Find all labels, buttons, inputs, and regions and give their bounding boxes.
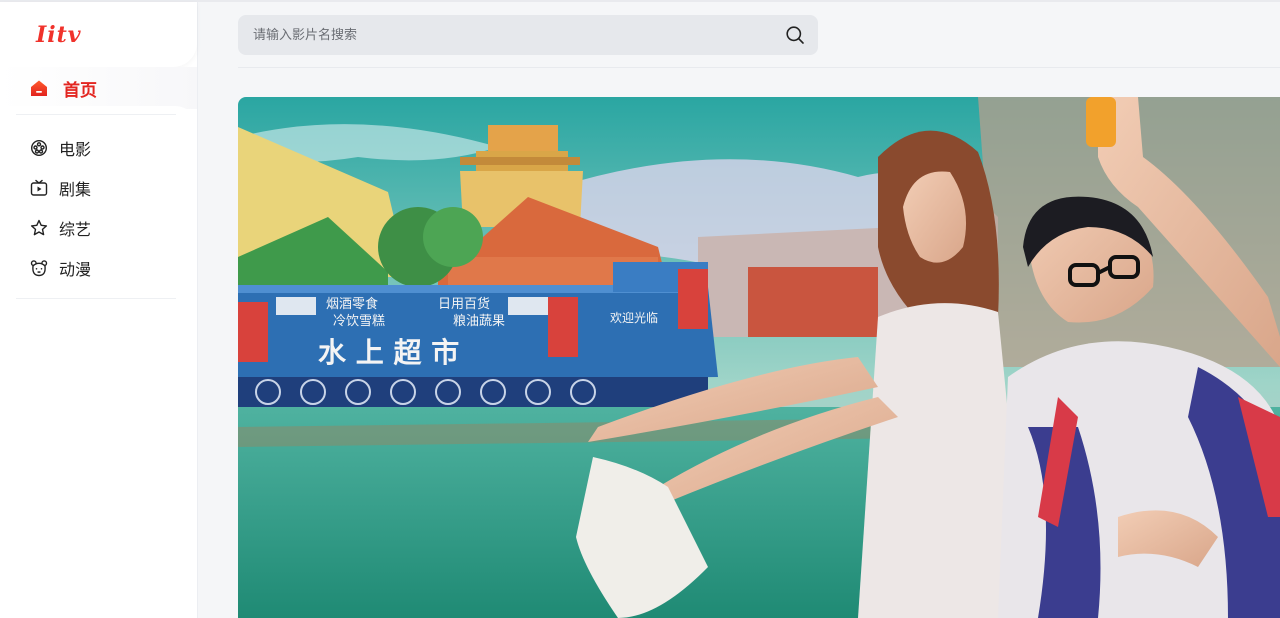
home-icon [31, 80, 47, 96]
sidebar-item-variety[interactable]: 综艺 [0, 210, 197, 246]
sidebar-item-label: 剧集 [59, 180, 92, 199]
sidebar-item-movie[interactable]: 电影 [0, 130, 197, 166]
star-icon [30, 219, 48, 236]
tv-icon [30, 179, 48, 196]
sidebar-item-anime[interactable]: 动漫 [0, 250, 197, 286]
sidebar-item-label: 电影 [59, 140, 92, 159]
boat-sign-text: 烟酒零食 [326, 296, 378, 312]
sidebar-item-label: 首页 [63, 80, 97, 101]
divider [16, 298, 176, 299]
divider [16, 114, 176, 115]
featured-banner[interactable]: 烟酒零食 冷饮雪糕 日用百货 粮油蔬果 欢迎光临 水 上 超 市 [238, 97, 1280, 618]
sidebar-item-series[interactable]: 剧集 [0, 170, 197, 206]
search-input[interactable] [253, 16, 773, 54]
boat-sign-text: 水 上 超 市 [318, 336, 459, 369]
boat-sign-text: 粮油蔬果 [453, 314, 505, 329]
boat-sign-text: 日用百货 [438, 296, 490, 312]
sidebar-item-home[interactable]: 首页 [0, 67, 197, 109]
brand-logo[interactable]: Iitv [36, 22, 82, 48]
header-divider [238, 67, 1280, 68]
bear-face-icon [30, 260, 48, 277]
category-menu: 电影 剧集 综艺 动漫 [0, 106, 197, 306]
search-bar [238, 15, 818, 55]
film-reel-icon [30, 139, 48, 157]
sidebar-item-label: 动漫 [59, 260, 92, 279]
sidebar: Iitv 首页 电影 剧集 综艺 动漫 [0, 2, 198, 618]
sidebar-item-label: 综艺 [59, 220, 92, 239]
banner-image: 烟酒零食 冷饮雪糕 日用百货 粮油蔬果 欢迎光临 水 上 超 市 [238, 97, 1280, 618]
search-icon[interactable] [785, 25, 805, 45]
boat-sign-text: 冷饮雪糕 [333, 314, 385, 329]
logo-area: Iitv [0, 2, 197, 67]
boat-sign-text: 欢迎光临 [610, 310, 658, 325]
